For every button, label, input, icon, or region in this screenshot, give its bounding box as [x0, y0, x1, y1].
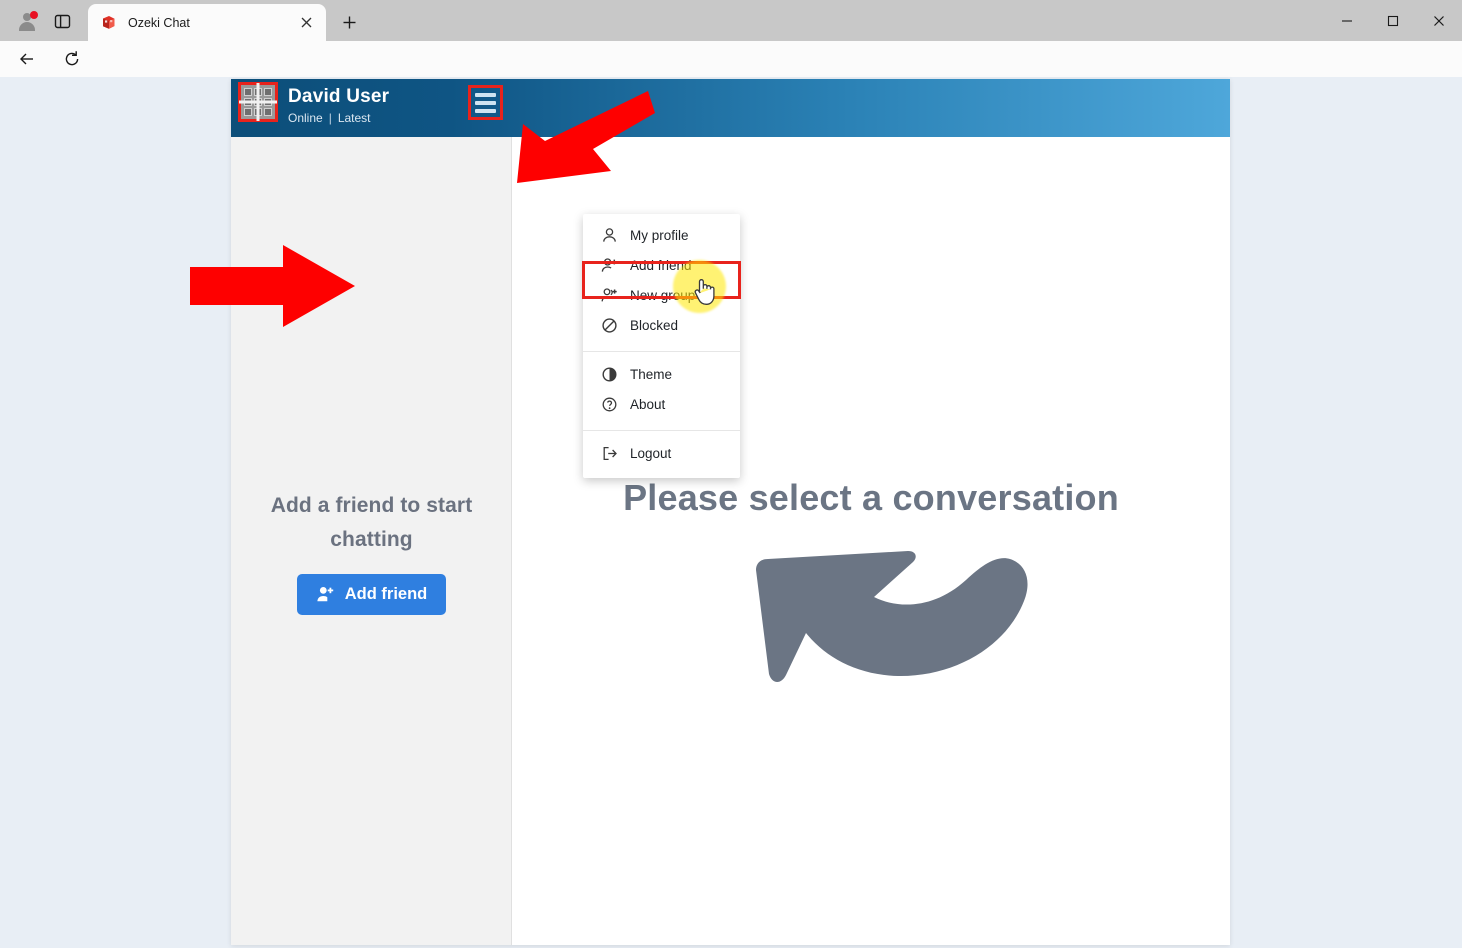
menu-group-preferences: Theme About	[583, 359, 740, 423]
people-add-icon	[599, 287, 619, 304]
person-add-icon	[317, 587, 333, 602]
browser-toolbar: https://myozeki.com/index.php?owpn=page_…	[0, 41, 1462, 114]
curved-left-arrow-icon	[748, 525, 1048, 690]
window-minimize-button[interactable]	[1324, 0, 1370, 41]
window-close-button[interactable]	[1416, 0, 1462, 41]
menu-item-logout[interactable]: Logout	[583, 438, 740, 468]
hamburger-menu-button[interactable]	[468, 85, 503, 120]
refresh-icon	[65, 51, 79, 66]
person-icon	[599, 227, 619, 244]
browser-tab-ozeki-chat[interactable]: Ozeki Chat	[88, 4, 326, 41]
menu-divider	[583, 430, 740, 431]
red-diagonal-arrow-annotation	[505, 91, 655, 201]
app-header: David User Online | Latest	[231, 79, 1230, 137]
menu-item-label: Blocked	[630, 317, 679, 333]
question-circle-icon	[599, 396, 619, 413]
menu-divider	[583, 351, 740, 352]
screenshot-root: Ozeki Chat David User Online | Latest Ad…	[0, 0, 1462, 948]
web-page-content: David User Online | Latest Add a friend to…	[0, 77, 1462, 948]
profile-notification-dot	[29, 10, 38, 19]
theme-half-circle-icon	[599, 366, 619, 383]
person-add-icon	[599, 257, 619, 274]
red-right-arrow-annotation	[190, 245, 355, 332]
menu-group-session: Logout	[583, 438, 740, 478]
maximize-icon	[1387, 15, 1399, 26]
plus-icon	[343, 16, 355, 28]
tab-actions-button[interactable]	[47, 5, 77, 37]
tab-actions-icon	[54, 14, 70, 28]
tab-close-icon[interactable]	[294, 11, 318, 35]
window-controls	[1324, 0, 1462, 41]
refresh-button[interactable]	[57, 44, 87, 74]
user-latest-label: Latest	[337, 111, 371, 125]
user-avatar-image	[239, 83, 277, 121]
user-status: Online	[288, 111, 323, 125]
user-status-row: Online | Latest	[288, 110, 389, 126]
menu-item-blocked[interactable]: Blocked	[583, 310, 740, 340]
browser-tab-strip: Ozeki Chat	[0, 0, 1462, 41]
hamburger-menu-icon	[475, 92, 496, 97]
ozeki-chat-app: David User Online | Latest Add a friend to…	[231, 79, 1230, 945]
close-icon	[1434, 15, 1444, 26]
new-tab-button[interactable]	[334, 7, 364, 37]
add-friend-button-label: Add friend	[344, 585, 428, 603]
tab-title: Ozeki Chat	[128, 15, 190, 30]
ozeki-cube-icon	[100, 14, 117, 31]
pointing-hand-cursor	[691, 276, 717, 311]
menu-item-label: About	[630, 396, 666, 412]
back-arrow-icon	[20, 53, 33, 65]
logout-icon	[599, 445, 619, 462]
add-friend-button[interactable]: Add friend	[296, 574, 447, 615]
user-dropdown-menu: My profile Add friend New group Blocked …	[582, 214, 741, 478]
menu-item-label: Theme	[630, 366, 673, 382]
menu-item-my-profile[interactable]: My profile	[583, 220, 740, 250]
menu-item-label: My profile	[630, 227, 689, 243]
sidebar-empty-title: Add a friend to start chatting	[270, 494, 473, 551]
menu-item-label: Logout	[630, 445, 672, 461]
user-name: David User	[288, 86, 390, 107]
menu-item-about[interactable]: About	[583, 389, 740, 419]
status-separator: |	[328, 111, 332, 125]
window-maximize-button[interactable]	[1370, 0, 1416, 41]
minimize-icon	[1342, 19, 1352, 22]
back-button[interactable]	[12, 44, 42, 74]
profile-avatar-icon	[19, 10, 38, 31]
user-identity: David User Online | Latest	[288, 86, 389, 126]
sidebar-empty-state: Add a friend to start chatting Add frien…	[231, 489, 512, 615]
menu-item-theme[interactable]: Theme	[583, 359, 740, 389]
blocked-circle-slash-icon	[599, 317, 619, 334]
user-avatar[interactable]	[238, 82, 278, 122]
select-conversation-message: Please select a conversation	[623, 477, 1119, 518]
profile-button[interactable]	[8, 5, 46, 37]
